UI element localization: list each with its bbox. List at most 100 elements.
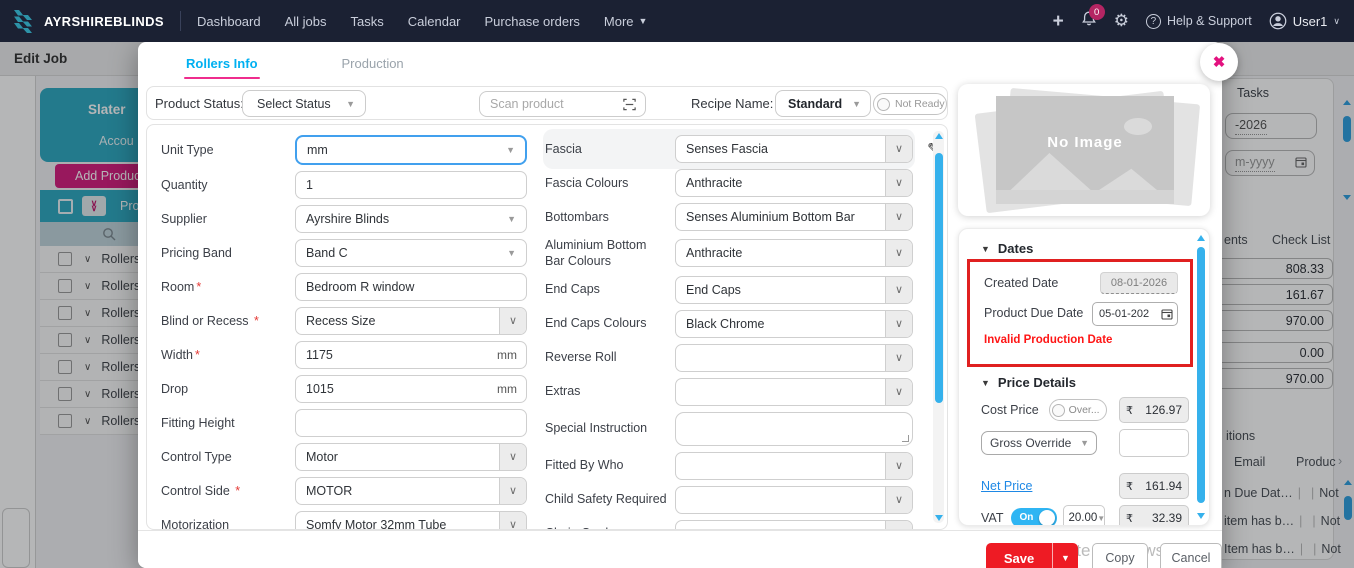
form-scrollbar[interactable]: [933, 131, 944, 523]
calendar-icon[interactable]: [1161, 308, 1173, 320]
save-dropdown-button[interactable]: ▼: [1052, 543, 1078, 568]
chevron-down-icon: ∨: [885, 453, 912, 479]
field-input[interactable]: Black Chrome ▼ ∨: [675, 310, 913, 338]
field-label: Control Type: [161, 449, 295, 465]
form-field-row: Room* Bedroom R window ▼ ∨ ✎: [161, 273, 527, 301]
form-field-row: End Caps Colours Black Chrome ▼ ∨ ✎: [545, 310, 913, 338]
scan-product-field[interactable]: [479, 91, 646, 117]
form-field-row: Fascia Colours Anthracite ▼ ∨ ✎: [545, 169, 913, 197]
nav-item-more[interactable]: More ▼: [604, 14, 648, 29]
field-input[interactable]: End Caps ▼ ∨: [675, 276, 913, 304]
field-input[interactable]: Anthracite ▼ ∨: [675, 239, 913, 267]
nav-item[interactable]: All jobs: [285, 14, 327, 29]
field-input[interactable]: ▼ ∨: [675, 520, 913, 531]
gear-icon[interactable]: ⚙: [1114, 11, 1129, 31]
field-label: End Caps: [545, 281, 675, 297]
field-label: Fitting Height: [161, 415, 295, 431]
due-date-input[interactable]: 05-01-202: [1092, 302, 1178, 326]
field-input[interactable]: Ayrshire Blinds ▼ ∨: [295, 205, 527, 233]
resize-handle[interactable]: [902, 435, 909, 442]
vat-toggle[interactable]: On: [1011, 508, 1057, 526]
vat-amount-value[interactable]: ₹ 32.39: [1119, 505, 1189, 526]
nav-divider: [180, 11, 181, 31]
unit-suffix: mm: [497, 348, 526, 362]
not-ready-toggle[interactable]: Not Ready: [873, 93, 947, 115]
form-field-row: Reverse Roll ▼ ∨ ✎: [545, 344, 913, 372]
gross-override-row: Gross Override ▼: [981, 429, 1189, 457]
field-input[interactable]: Senses Aluminium Bottom Bar ▼ ∨: [675, 203, 913, 231]
nav-item[interactable]: Calendar: [408, 14, 461, 29]
chevron-down-icon: ∨: [499, 444, 526, 470]
field-input[interactable]: ▼ ∨: [295, 409, 527, 437]
field-input[interactable]: 1 ▼ ∨: [295, 171, 527, 199]
recipe-name-select[interactable]: Standard ▼: [775, 90, 871, 117]
field-input[interactable]: Somfy Motor 32mm Tube ▼ ∨: [295, 511, 527, 530]
product-form: Unit Type mm ▼ ∨ ✎ Quantity: [146, 124, 948, 530]
form-field-row: Fascia Senses Fascia ▼ ∨ ✎: [545, 135, 913, 163]
field-label: Room*: [161, 279, 295, 295]
copy-button[interactable]: Copy: [1092, 543, 1148, 568]
field-input[interactable]: 1015 mm ▼ ∨: [295, 375, 527, 403]
field-label: Width*: [161, 347, 295, 363]
field-label: Child Safety Required: [545, 491, 675, 507]
field-label: Motorization: [161, 517, 295, 530]
field-input[interactable]: mm ▼ ∨: [295, 135, 527, 165]
net-price-link[interactable]: Net Price: [981, 479, 1032, 493]
notifications-button[interactable]: 0: [1081, 10, 1097, 32]
nav-item[interactable]: Dashboard: [197, 14, 261, 29]
invalid-production-date-error: Invalid Production Date: [984, 334, 1178, 346]
recipe-name-label: Recipe Name:: [691, 96, 773, 111]
barcode-scan-icon[interactable]: [622, 97, 637, 112]
field-input[interactable]: ▼ ∨: [675, 378, 913, 406]
price-section-header[interactable]: ▼ Price Details: [981, 375, 1076, 390]
field-input[interactable]: Motor ▼ ∨: [295, 443, 527, 471]
chevron-down-icon: ∨: [1333, 16, 1340, 27]
save-button[interactable]: Save: [986, 543, 1052, 568]
field-input[interactable]: ▼ ∨: [675, 344, 913, 372]
vat-row: VAT On 20.00 ▼ ₹ 32.39: [981, 505, 1189, 526]
field-input[interactable]: Recess Size ▼ ∨: [295, 307, 527, 335]
chevron-down-icon: ▼: [852, 99, 861, 109]
tab-rollers-info[interactable]: Rollers Info: [186, 56, 258, 79]
product-image-card: No Image: [958, 84, 1210, 216]
vat-rate-select[interactable]: 20.00 ▼: [1063, 505, 1105, 526]
gross-override-select[interactable]: Gross Override ▼: [981, 431, 1097, 455]
close-button[interactable]: ✖: [1200, 43, 1238, 81]
scan-product-input[interactable]: [490, 97, 622, 111]
field-input[interactable]: ▼ ∨: [675, 412, 913, 446]
field-input[interactable]: Senses Fascia ▼ ∨: [675, 135, 913, 163]
field-input[interactable]: Band C ▼ ∨: [295, 239, 527, 267]
product-status-select[interactable]: Select Status ▼: [242, 90, 366, 117]
chevron-down-icon: ▼: [507, 248, 526, 258]
field-input[interactable]: MOTOR ▼ ∨: [295, 477, 527, 505]
nav-item[interactable]: Tasks: [351, 14, 384, 29]
field-input[interactable]: ▼ ∨: [675, 486, 913, 514]
form-field-row: Drop 1015 mm ▼ ∨ ✎: [161, 375, 527, 403]
details-scrollbar[interactable]: [1197, 235, 1206, 519]
dates-section-header[interactable]: ▼ Dates: [981, 241, 1033, 256]
chevron-down-icon: ▼: [346, 99, 355, 109]
user-menu[interactable]: User1 ∨: [1269, 12, 1340, 30]
chevron-down-icon: ∨: [885, 311, 912, 337]
tab-production[interactable]: Production: [342, 56, 404, 79]
cost-price-value[interactable]: ₹ 126.97: [1119, 397, 1189, 423]
net-price-value[interactable]: ₹ 161.94: [1119, 473, 1189, 499]
field-input[interactable]: Anthracite ▼ ∨: [675, 169, 913, 197]
field-input[interactable]: 1175 mm ▼ ∨: [295, 341, 527, 369]
field-input[interactable]: Bedroom R window ▼ ∨: [295, 273, 527, 301]
brand-name[interactable]: AYRSHIREBLINDS: [44, 14, 164, 29]
form-left-column: Unit Type mm ▼ ∨ ✎ Quantity: [161, 135, 527, 530]
chevron-down-icon: ▼: [506, 145, 525, 155]
cost-price-row: Cost Price Over... ₹ 126.97: [981, 397, 1189, 423]
cancel-button[interactable]: Cancel: [1160, 543, 1222, 568]
chevron-down-icon: ∨: [885, 204, 912, 230]
nav-item[interactable]: Purchase orders: [485, 14, 580, 29]
chevron-down-icon: ∨: [885, 240, 912, 266]
chevron-down-icon: ∨: [499, 478, 526, 504]
help-support-button[interactable]: ? Help & Support: [1146, 14, 1252, 29]
field-input[interactable]: ▼ ∨: [675, 452, 913, 480]
override-toggle[interactable]: Over...: [1049, 399, 1107, 421]
add-plus-icon[interactable]: +: [1053, 12, 1064, 31]
gross-override-input[interactable]: [1119, 429, 1189, 457]
form-field-row: Fitted By Who ▼ ∨ ✎: [545, 452, 913, 480]
